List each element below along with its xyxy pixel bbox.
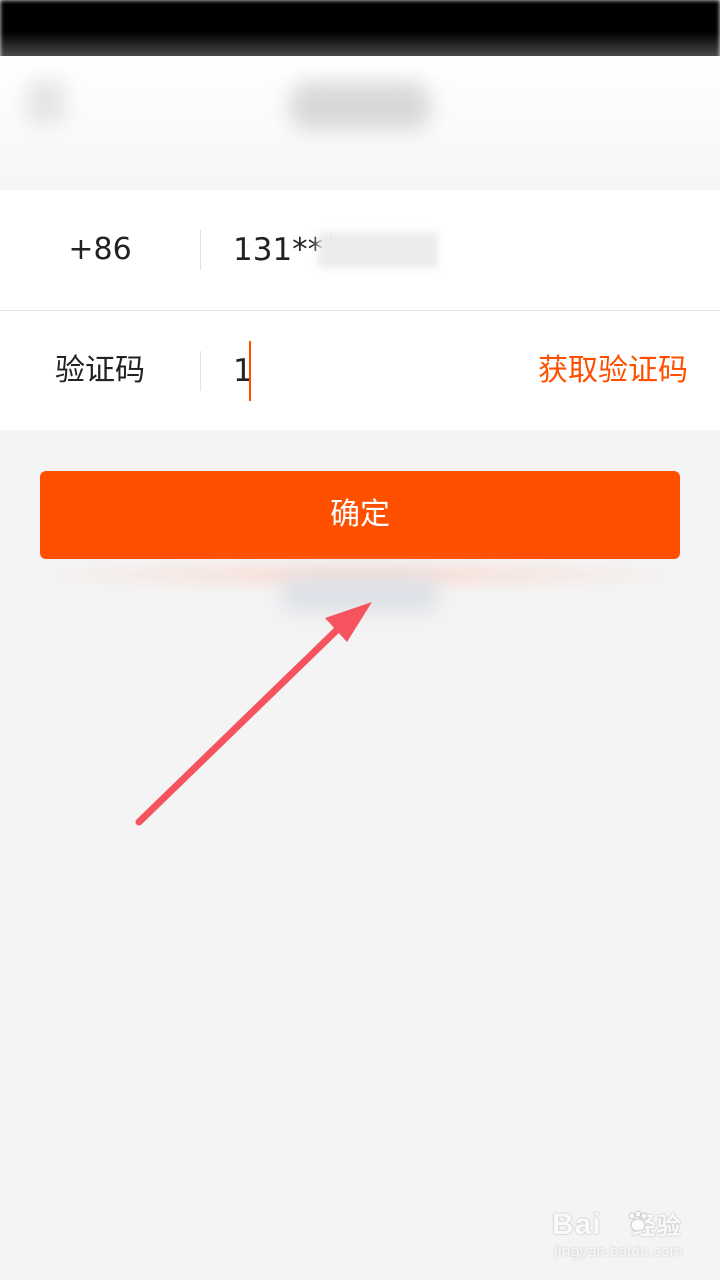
phone-number-mask (318, 232, 438, 268)
arrow-shaft (135, 621, 346, 826)
country-code-selector[interactable]: +86 (0, 190, 200, 310)
verification-code-row: 验证码 1 获取验证码 (0, 311, 720, 431)
verification-code-label: 验证码 (55, 353, 145, 388)
confirm-button[interactable]: 确定 (40, 471, 680, 559)
baidu-jingyan-watermark: Bai 经验 jingyan.baidu.com (552, 1206, 702, 1266)
phone-row: +86 131*** (0, 190, 720, 311)
header-bar (0, 56, 720, 190)
watermark-url: jingyan.baidu.com (554, 1244, 684, 1260)
row-divider (200, 230, 201, 270)
back-icon[interactable] (26, 80, 66, 124)
phone-screen: +86 131*** 验证码 1 获取验证码 确定 Bai 经验 jingyan.… (0, 0, 720, 1280)
paw-icon (628, 1210, 648, 1232)
get-code-button[interactable]: 获取验证码 (538, 311, 688, 431)
login-form: +86 131*** 验证码 1 获取验证码 (0, 190, 720, 430)
blurred-link (280, 576, 440, 612)
row-divider (200, 351, 201, 391)
page-title (290, 82, 430, 130)
text-cursor (249, 341, 251, 401)
watermark-logo: Bai 经验 (552, 1208, 682, 1241)
